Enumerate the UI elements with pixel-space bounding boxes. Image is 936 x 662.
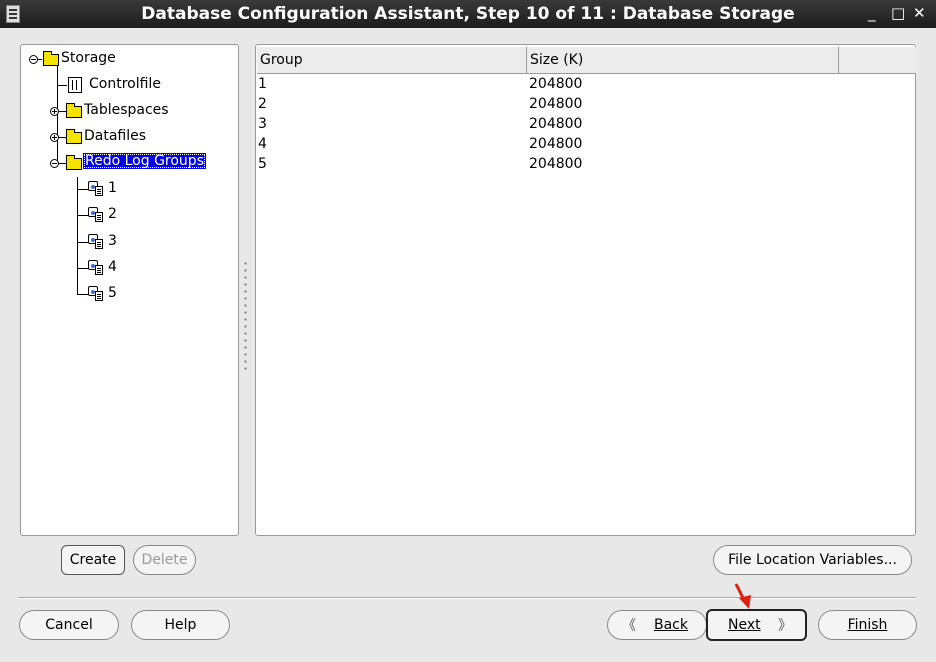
delete-button[interactable]: Delete [133, 545, 196, 575]
cell-size[interactable]: 204800 [529, 114, 582, 134]
redo-log-icon [88, 207, 106, 223]
tree-item-redo-log-2[interactable]: 2 [108, 206, 117, 222]
table-row[interactable]: 3 204800 [257, 114, 916, 134]
maximize-button[interactable]: □ [891, 4, 905, 22]
cell-size[interactable]: 204800 [529, 154, 582, 174]
tree-item-redo-log-1[interactable]: 1 [108, 180, 117, 196]
table-header: Group Size (K) [257, 47, 916, 74]
cell-size[interactable]: 204800 [529, 94, 582, 114]
redo-log-icon [88, 181, 106, 197]
tree-item-controlfile[interactable]: Controlfile [89, 76, 161, 92]
cell-group[interactable]: 2 [258, 94, 267, 114]
column-header-filler [839, 47, 916, 73]
window-title: Database Configuration Assistant, Step 1… [141, 4, 795, 24]
storage-tree[interactable]: Storage Controlfile Tablespaces Datafile… [20, 44, 239, 536]
folder-icon [66, 155, 82, 170]
collapse-toggle-redo-log-groups[interactable] [50, 159, 59, 168]
tree-item-redo-log-3[interactable]: 3 [108, 233, 117, 249]
back-arrow-icon: 《 [622, 618, 636, 634]
next-button[interactable]: Next 》 [706, 609, 807, 641]
redo-log-icon [88, 286, 106, 302]
redo-log-icon [88, 234, 106, 250]
back-button-label: Back [654, 617, 688, 633]
tree-item-redo-log-groups[interactable]: Redo Log Groups [83, 153, 206, 169]
tree-item-tablespaces[interactable]: Tablespaces [84, 102, 169, 118]
folder-icon [66, 103, 82, 118]
cell-group[interactable]: 3 [258, 114, 267, 134]
window-titlebar[interactable]: Database Configuration Assistant, Step 1… [0, 0, 936, 28]
tree-item-redo-log-4[interactable]: 4 [108, 259, 117, 275]
cell-group[interactable]: 4 [258, 134, 267, 154]
minimize-button[interactable]: _ [868, 4, 876, 22]
finish-button-label: Finish [847, 617, 888, 633]
next-arrow-icon: 》 [778, 618, 792, 634]
back-button[interactable]: 《 Back [607, 610, 707, 640]
table-row[interactable]: 2 204800 [257, 94, 916, 114]
table-body: 1 204800 2 204800 3 204800 4 204800 5 20… [257, 74, 916, 174]
next-button-label: Next [728, 617, 761, 633]
close-button[interactable]: ✕ [913, 4, 926, 22]
column-header-group[interactable]: Group [257, 47, 527, 73]
tree-item-datafiles[interactable]: Datafiles [84, 128, 146, 144]
help-button[interactable]: Help [131, 610, 230, 640]
panel-splitter-handle[interactable] [244, 260, 247, 370]
cancel-button[interactable]: Cancel [19, 610, 119, 640]
table-row[interactable]: 4 204800 [257, 134, 916, 154]
expand-toggle-datafiles[interactable] [50, 133, 59, 142]
cell-group[interactable]: 1 [258, 74, 267, 94]
tree-item-storage[interactable]: Storage [61, 50, 116, 66]
redo-log-groups-table[interactable]: Group Size (K) 1 204800 2 204800 3 20480… [255, 44, 916, 536]
collapse-toggle-storage[interactable] [29, 55, 38, 64]
table-row[interactable]: 5 204800 [257, 154, 916, 174]
cell-group[interactable]: 5 [258, 154, 267, 174]
tree-item-redo-log-5[interactable]: 5 [108, 285, 117, 301]
footer-separator [18, 597, 916, 599]
finish-button[interactable]: Finish [818, 610, 917, 640]
create-button[interactable]: Create [61, 545, 125, 575]
table-row[interactable]: 1 204800 [257, 74, 916, 94]
file-location-variables-button[interactable]: File Location Variables... [713, 545, 912, 575]
cell-size[interactable]: 204800 [529, 134, 582, 154]
controlfile-icon [68, 77, 82, 93]
redo-log-icon [88, 260, 106, 276]
annotation-arrow-icon [734, 583, 751, 609]
expand-toggle-tablespaces[interactable] [50, 107, 59, 116]
folder-icon [66, 129, 82, 144]
cell-size[interactable]: 204800 [529, 74, 582, 94]
column-header-size[interactable]: Size (K) [527, 47, 839, 73]
